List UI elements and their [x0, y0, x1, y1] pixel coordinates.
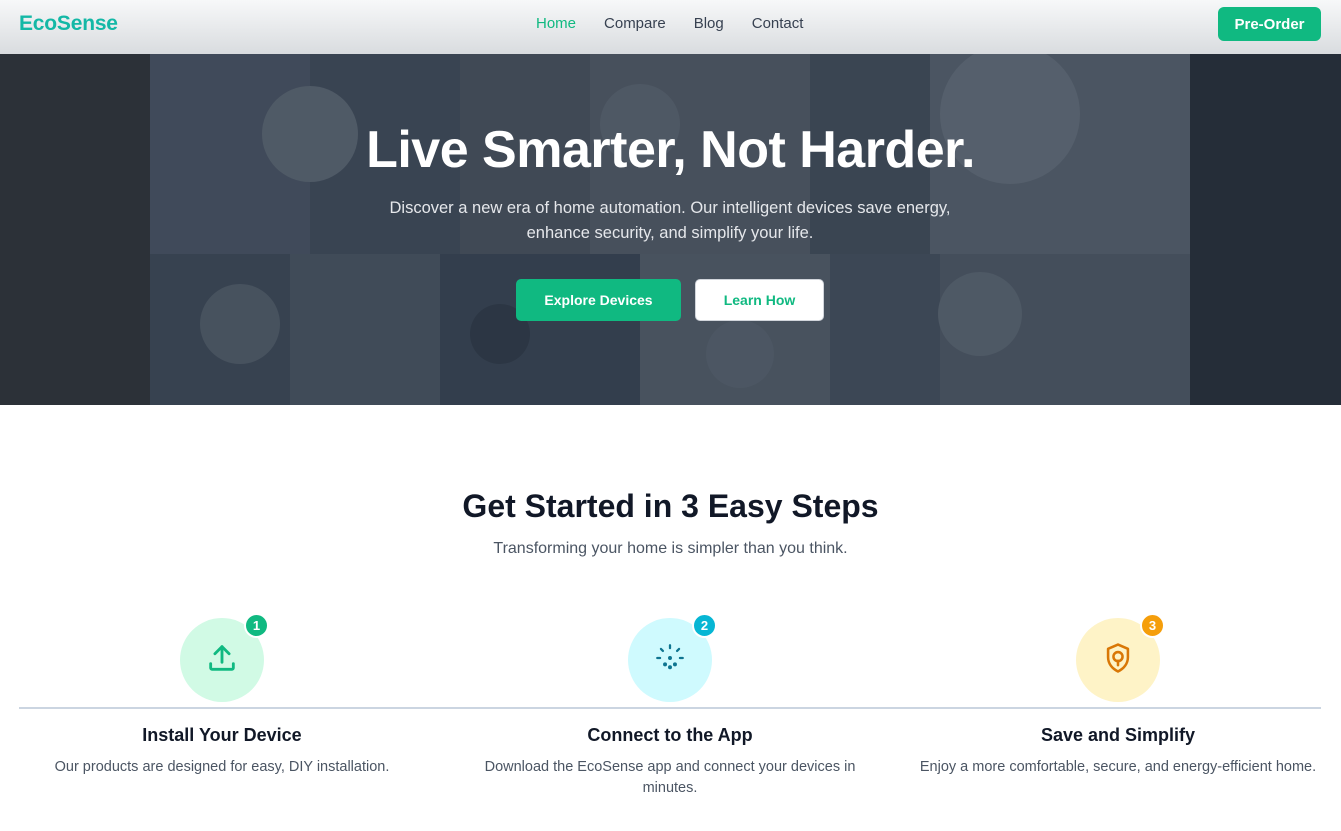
- step-number-badge: 1: [244, 613, 269, 638]
- nav-links: Home Compare Blog Contact: [536, 15, 831, 32]
- learn-how-button[interactable]: Learn How: [695, 279, 824, 321]
- hero-section: Live Smarter, Not Harder. Discover a new…: [0, 54, 1341, 405]
- step-description: Our products are designed for easy, DIY …: [54, 759, 390, 775]
- step-number-badge: 3: [1140, 613, 1165, 638]
- step-description: Download the EcoSense app and connect yo…: [484, 759, 856, 796]
- steps-section-subtitle: Transforming your home is simpler than y…: [493, 540, 848, 557]
- top-navbar: EcoSense Home Compare Blog Contact Pre-O…: [0, 0, 1341, 54]
- hero-subtitle: Discover a new era of home automation. O…: [389, 199, 951, 242]
- step-description: Enjoy a more comfortable, secure, and en…: [919, 759, 1317, 775]
- nav-link-compare[interactable]: Compare: [604, 15, 666, 32]
- step-title: Install Your Device: [142, 725, 302, 745]
- steps-section-title: Get Started in 3 Easy Steps: [462, 488, 879, 524]
- steps-connector-line: [19, 707, 1321, 709]
- nav-link-blog[interactable]: Blog: [694, 15, 724, 32]
- nav-link-contact[interactable]: Contact: [752, 15, 804, 32]
- logo[interactable]: EcoSense: [19, 12, 118, 36]
- explore-devices-button[interactable]: Explore Devices: [516, 279, 681, 321]
- shield-icon: [1101, 641, 1135, 680]
- nav-link-home[interactable]: Home: [536, 15, 576, 32]
- hero-title: Live Smarter, Not Harder.: [366, 121, 975, 179]
- step-title: Connect to the App: [587, 725, 753, 745]
- step-title: Save and Simplify: [1040, 725, 1196, 745]
- pre-order-button[interactable]: Pre-Order: [1218, 7, 1321, 41]
- loading-dial-icon: [653, 641, 687, 680]
- step-number-badge: 2: [692, 613, 717, 638]
- upload-icon: [205, 641, 239, 680]
